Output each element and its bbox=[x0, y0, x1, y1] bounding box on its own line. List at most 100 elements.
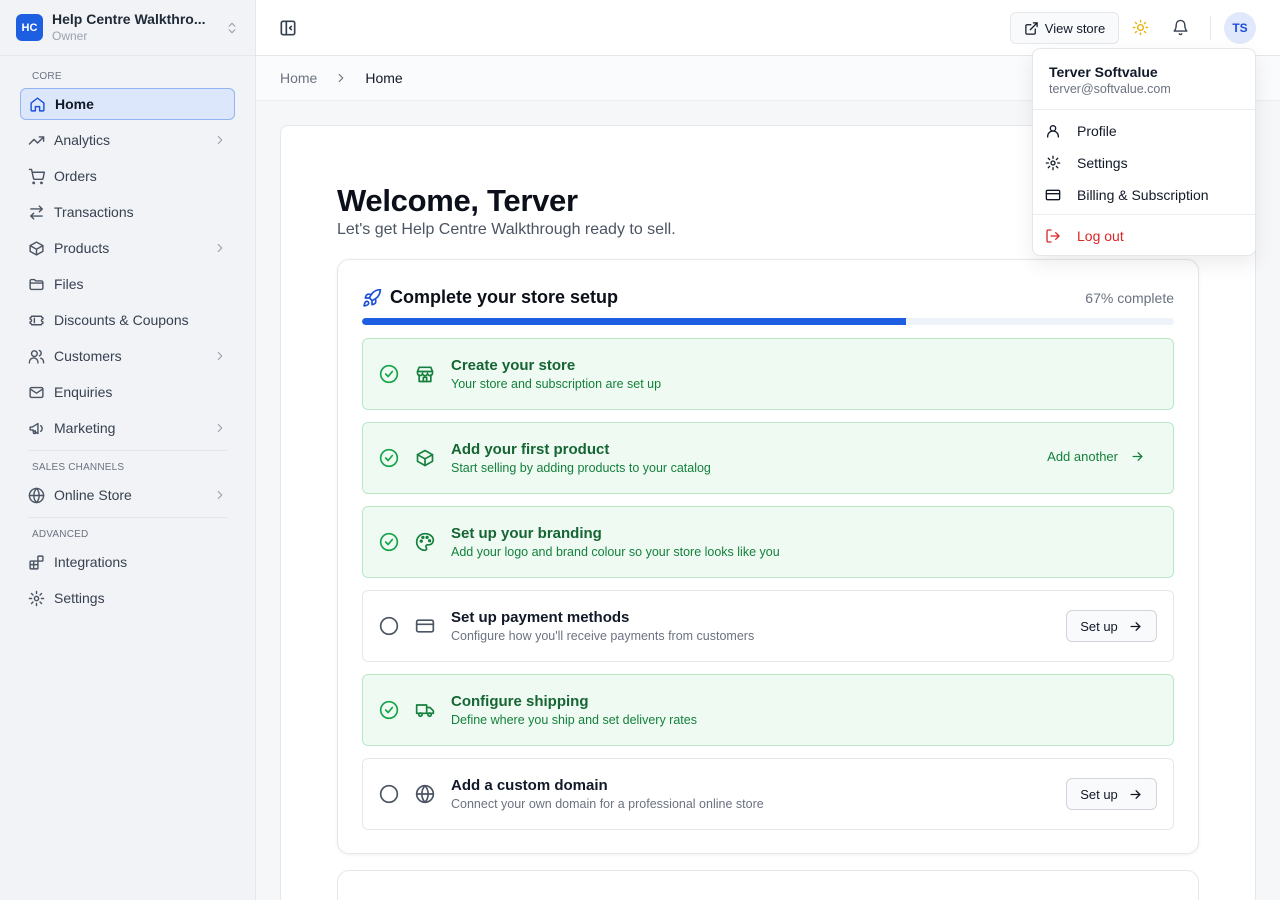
page-subtitle: Let's get Help Centre Walkthrough ready … bbox=[337, 221, 676, 238]
check-circle-icon bbox=[379, 448, 399, 468]
sidebar-item-files[interactable]: Files bbox=[20, 268, 235, 300]
sidebar-toggle-icon[interactable] bbox=[278, 18, 298, 38]
arrow-right-icon bbox=[1130, 621, 1141, 631]
palette-icon bbox=[415, 532, 435, 552]
avatar[interactable]: TS bbox=[1224, 12, 1256, 44]
credit-card-icon bbox=[1045, 189, 1061, 201]
store-switcher[interactable]: HC Help Centre Walkthro... Owner bbox=[0, 0, 255, 56]
chevron-right-icon bbox=[217, 490, 223, 500]
step-title: Configure shipping bbox=[451, 693, 589, 710]
menu-item-label: Profile bbox=[1077, 123, 1117, 139]
section-label-sales-channels: SALES CHANNELS bbox=[32, 462, 125, 473]
sidebar-item-products[interactable]: Products bbox=[20, 232, 235, 264]
store-name: Help Centre Walkthro... bbox=[52, 11, 206, 28]
sidebar-item-label: Discounts & Coupons bbox=[54, 312, 189, 328]
sidebar-item-label: Products bbox=[54, 240, 110, 256]
view-store-label: View store bbox=[1044, 20, 1106, 36]
sidebar-nav: CORE Home Analytics Orders Transactions … bbox=[0, 56, 255, 614]
sidebar-item-label: Enquiries bbox=[54, 384, 113, 400]
sidebar-item-label: Files bbox=[54, 276, 84, 292]
sidebar-item-transactions[interactable]: Transactions bbox=[20, 196, 235, 228]
nav-divider bbox=[28, 450, 227, 451]
sidebar-item-home[interactable]: Home bbox=[20, 88, 235, 120]
page-title: Welcome, Terver bbox=[337, 183, 578, 218]
menu-item-settings[interactable]: Settings bbox=[1045, 149, 1247, 177]
sidebar-item-label: Online Store bbox=[54, 487, 132, 503]
user-name: Terver Softvalue bbox=[1049, 64, 1158, 80]
menu-item-billing[interactable]: Billing & Subscription bbox=[1045, 181, 1247, 209]
sidebar-item-online-store[interactable]: Online Store bbox=[20, 479, 235, 511]
sidebar-item-enquiries[interactable]: Enquiries bbox=[20, 376, 235, 408]
step-description: Your store and subscription are set up bbox=[451, 377, 662, 391]
logout-icon bbox=[1046, 229, 1060, 243]
cart-icon bbox=[28, 168, 45, 184]
setup-title: Complete your store setup bbox=[362, 287, 618, 308]
gear-icon bbox=[28, 590, 45, 606]
trending-up-icon bbox=[28, 135, 45, 145]
megaphone-icon bbox=[29, 422, 43, 434]
ticket-icon bbox=[29, 315, 44, 325]
chevron-right-icon bbox=[217, 423, 223, 433]
setup-step-payments: Set up payment methods Configure how you… bbox=[362, 590, 1174, 662]
step-description: Define where you ship and set delivery r… bbox=[451, 713, 697, 727]
menu-item-logout[interactable]: Log out bbox=[1045, 222, 1247, 250]
blocks-icon bbox=[29, 554, 44, 570]
gear-icon bbox=[1045, 155, 1061, 171]
sidebar-item-label: Customers bbox=[54, 348, 122, 364]
sun-icon[interactable] bbox=[1132, 19, 1149, 36]
menu-item-profile[interactable]: Profile bbox=[1045, 117, 1247, 145]
setup-step-create-store: Create your store Your store and subscri… bbox=[362, 338, 1174, 410]
sidebar-item-customers[interactable]: Customers bbox=[20, 340, 235, 372]
sidebar-item-discounts[interactable]: Discounts & Coupons bbox=[20, 304, 235, 336]
menu-divider bbox=[1033, 109, 1255, 110]
setup-step-add-product: Add your first product Start selling by … bbox=[362, 422, 1174, 494]
setup-domain-button[interactable]: Set up bbox=[1066, 778, 1157, 810]
step-description: Connect your own domain for a profession… bbox=[451, 797, 764, 811]
view-store-button[interactable]: View store bbox=[1010, 12, 1119, 44]
menu-item-label: Billing & Subscription bbox=[1077, 187, 1209, 203]
sidebar-item-label: Orders bbox=[54, 168, 97, 184]
add-another-link[interactable]: Add another bbox=[1047, 449, 1145, 464]
sidebar-item-settings[interactable]: Settings bbox=[20, 582, 235, 614]
store-logo: HC bbox=[16, 14, 43, 41]
step-title: Add a custom domain bbox=[451, 777, 608, 794]
step-description: Start selling by adding products to your… bbox=[451, 461, 711, 475]
globe-icon bbox=[415, 784, 435, 804]
bell-icon[interactable] bbox=[1172, 19, 1189, 36]
sidebar-item-integrations[interactable]: Integrations bbox=[20, 546, 235, 578]
arrows-swap-icon bbox=[30, 204, 43, 220]
sidebar-item-analytics[interactable]: Analytics bbox=[20, 124, 235, 156]
mail-icon bbox=[29, 386, 44, 398]
external-link-icon bbox=[1025, 21, 1038, 35]
check-circle-icon bbox=[379, 700, 399, 720]
empty-circle-icon bbox=[379, 616, 399, 636]
user-menu-dropdown: Terver Softvalue terver@softvalue.com Pr… bbox=[1032, 48, 1256, 256]
arrow-right-icon bbox=[1132, 452, 1143, 461]
sidebar: HC Help Centre Walkthro... Owner CORE Ho… bbox=[0, 0, 256, 900]
breadcrumb-home-link[interactable]: Home bbox=[280, 70, 317, 86]
truck-icon bbox=[415, 704, 435, 718]
sidebar-item-label: Home bbox=[55, 96, 94, 112]
add-another-label: Add another bbox=[1047, 449, 1118, 464]
box-icon bbox=[29, 240, 44, 256]
setup-payments-button[interactable]: Set up bbox=[1066, 610, 1157, 642]
credit-card-icon bbox=[415, 619, 435, 633]
setup-button-label: Set up bbox=[1080, 618, 1118, 634]
step-description: Configure how you'll receive payments fr… bbox=[451, 629, 755, 643]
globe-icon bbox=[28, 487, 45, 503]
sidebar-item-orders[interactable]: Orders bbox=[20, 160, 235, 192]
step-title: Add your first product bbox=[451, 441, 610, 458]
sidebar-item-marketing[interactable]: Marketing bbox=[20, 412, 235, 444]
setup-progress-fill bbox=[362, 318, 907, 325]
step-title: Create your store bbox=[451, 357, 576, 374]
sidebar-item-label: Analytics bbox=[54, 132, 111, 148]
home-icon bbox=[30, 96, 45, 112]
check-circle-icon bbox=[379, 364, 399, 384]
store-role: Owner bbox=[52, 28, 88, 43]
step-title: Set up your branding bbox=[451, 525, 602, 542]
setup-step-shipping: Configure shipping Define where you ship… bbox=[362, 674, 1174, 746]
user-email: terver@softvalue.com bbox=[1049, 82, 1171, 96]
section-label-advanced: ADVANCED bbox=[32, 529, 89, 540]
step-title: Set up payment methods bbox=[451, 609, 630, 626]
sidebar-item-label: Transactions bbox=[54, 204, 134, 220]
